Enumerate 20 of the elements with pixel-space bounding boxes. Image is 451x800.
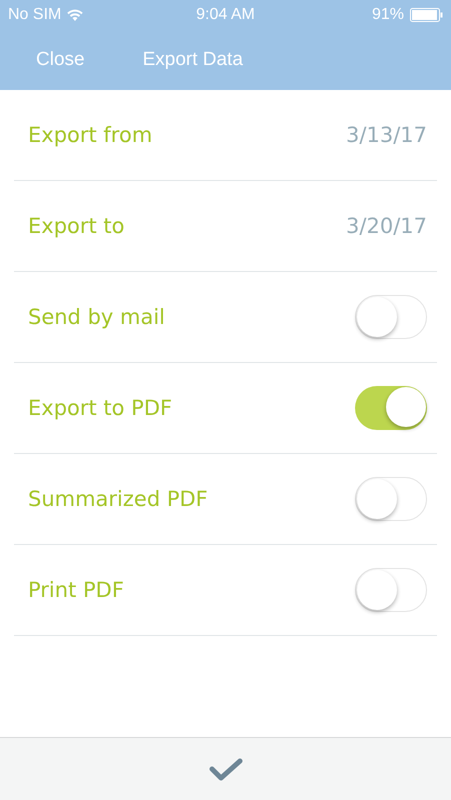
screen-title: Export Data: [142, 49, 243, 71]
row-label: Summarized PDF: [28, 487, 208, 511]
toggle-switch[interactable]: [355, 386, 427, 430]
row-label: Print PDF: [28, 578, 124, 602]
date-value[interactable]: 3/13/17: [346, 123, 427, 147]
row-label: Export from: [28, 123, 152, 147]
row-label: Export to: [28, 214, 124, 238]
battery-text: 91%: [372, 6, 404, 24]
carrier-text: No SIM: [8, 6, 62, 24]
toggle-switch[interactable]: [355, 477, 427, 521]
confirm-button[interactable]: [208, 757, 242, 781]
row-label: Send by mail: [28, 305, 165, 329]
date-value[interactable]: 3/20/17: [346, 214, 427, 238]
time-text: 9:04 AM: [196, 6, 255, 24]
close-button[interactable]: Close: [36, 49, 85, 71]
row-label: Export to PDF: [28, 396, 172, 420]
battery-icon: [410, 8, 443, 22]
wifi-icon: [67, 9, 84, 21]
toggle-switch[interactable]: [355, 295, 427, 339]
toggle-switch[interactable]: [355, 568, 427, 612]
